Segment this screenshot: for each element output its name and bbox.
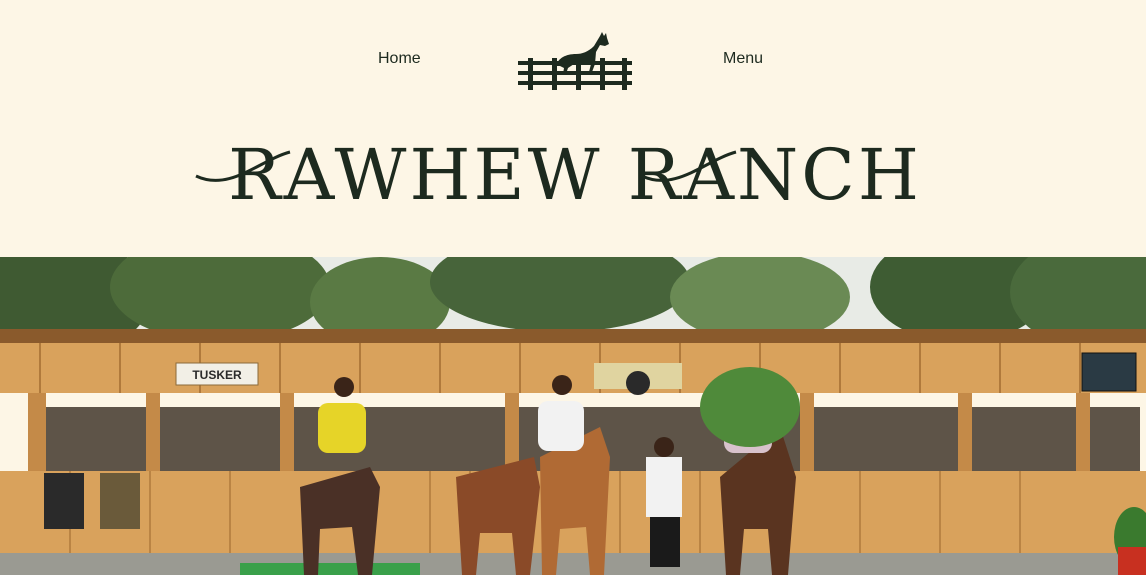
nav-menu-link[interactable]: Menu — [723, 50, 763, 68]
page-title: RAWHEW RANCH — [228, 134, 922, 216]
tusker-sign: TUSKER — [192, 368, 242, 382]
site-header: Home Menu RAWHEW RANCH — [0, 0, 1146, 257]
nav-home-link[interactable]: Home — [378, 50, 421, 68]
ranch-hero-photo: TUSKER — [0, 257, 1146, 575]
hero-title-block: RAWHEW RANCH — [190, 132, 960, 222]
ranch-logo[interactable] — [516, 28, 634, 94]
horse-over-fence-icon — [518, 32, 632, 90]
